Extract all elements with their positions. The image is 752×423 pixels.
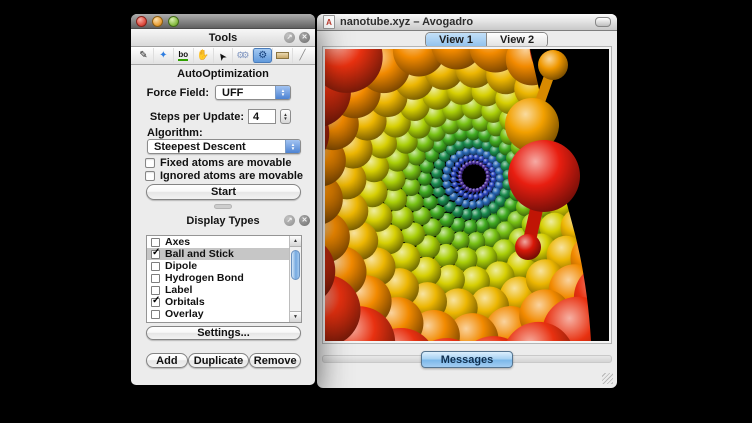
display-type-label: Ball and Stick bbox=[165, 248, 234, 260]
auto-optimize-tool[interactable]: ⚙ bbox=[252, 48, 272, 63]
display-types-header: Display Types ↗ ✕ bbox=[131, 213, 315, 229]
display-type-checkbox[interactable] bbox=[151, 274, 160, 283]
ignored-atoms-row: Ignored atoms are movable bbox=[131, 169, 315, 182]
tab-view-1[interactable]: View 1 bbox=[426, 33, 486, 47]
close-panel-icon[interactable]: ✕ bbox=[299, 32, 310, 43]
steps-per-update-input[interactable]: 4 bbox=[248, 109, 276, 124]
display-type-row[interactable]: Axes bbox=[147, 236, 290, 248]
auto-rotate-tool[interactable]: ⚙⚙ bbox=[232, 48, 252, 63]
popup-arrows-icon: ▲▼ bbox=[285, 140, 300, 153]
z-matrix-tool-icon: ╱ bbox=[300, 51, 306, 61]
display-type-label: Overlay bbox=[165, 308, 204, 320]
close-panel-icon[interactable]: ✕ bbox=[299, 215, 310, 226]
display-type-label: Orbitals bbox=[165, 296, 205, 308]
steps-per-update-label: Steps per Update: bbox=[150, 111, 244, 123]
measure-tool-icon bbox=[276, 52, 289, 59]
autoopt-section: AutoOptimization Force Field: UFF ▲▼ Ste… bbox=[131, 68, 315, 200]
tools-toolbar: ✎✦bo✋➤⚙⚙⚙╱ bbox=[131, 47, 315, 65]
force-field-select[interactable]: UFF ▲▼ bbox=[215, 85, 291, 100]
remove-button[interactable]: Remove bbox=[249, 353, 301, 368]
measure-tool[interactable] bbox=[272, 48, 292, 63]
steps-stepper[interactable]: ▲▼ bbox=[280, 109, 291, 124]
settings-button[interactable]: Settings... bbox=[146, 326, 301, 340]
view-tabbar: View 1View 2 bbox=[317, 31, 617, 47]
display-type-checkbox[interactable] bbox=[151, 286, 160, 295]
draw-tool[interactable]: ✎ bbox=[134, 48, 153, 63]
start-button[interactable]: Start bbox=[146, 184, 301, 200]
display-type-checkbox[interactable] bbox=[151, 238, 160, 247]
tab-view-2[interactable]: View 2 bbox=[486, 33, 547, 47]
display-type-label: Dipole bbox=[165, 260, 197, 272]
display-type-label: Hydrogen Bond bbox=[165, 272, 244, 284]
window-title: nanotube.xyz – Avogadro bbox=[340, 16, 473, 28]
tools-panel-title: Tools bbox=[209, 32, 238, 44]
close-button[interactable] bbox=[136, 16, 147, 27]
messages-button[interactable]: Messages bbox=[421, 351, 513, 368]
display-type-checkbox[interactable]: ✓ bbox=[151, 298, 160, 307]
bond-centric-tool[interactable]: bo bbox=[173, 48, 193, 63]
display-type-row[interactable]: ✓ Ball and Stick bbox=[147, 248, 290, 260]
autoopt-title: AutoOptimization bbox=[131, 68, 315, 81]
display-type-checkbox[interactable] bbox=[151, 262, 160, 271]
ignored-atoms-label: Ignored atoms are movable bbox=[160, 170, 303, 182]
resize-grip-icon[interactable] bbox=[602, 373, 613, 384]
display-type-row[interactable]: Label bbox=[147, 284, 290, 296]
z-matrix-tool[interactable]: ╱ bbox=[292, 48, 312, 63]
display-type-checkbox[interactable]: ✓ bbox=[151, 250, 160, 259]
display-type-row[interactable]: ✓ Orbitals bbox=[147, 296, 290, 308]
display-types-title: Display Types bbox=[186, 215, 259, 227]
draw-tool-icon: ✎ bbox=[139, 51, 147, 61]
ignored-atoms-checkbox[interactable] bbox=[145, 171, 155, 181]
navigate-tool[interactable]: ✦ bbox=[153, 48, 173, 63]
scrollbar[interactable]: ▲ ▼ bbox=[289, 236, 301, 322]
scroll-down-icon[interactable]: ▼ bbox=[290, 311, 301, 322]
scroll-up-icon[interactable]: ▲ bbox=[290, 236, 301, 247]
tools-titlebar[interactable] bbox=[131, 14, 315, 29]
gl-viewport[interactable] bbox=[323, 47, 611, 343]
algorithm-value: Steepest Descent bbox=[154, 141, 246, 153]
fixed-atoms-checkbox[interactable] bbox=[145, 158, 155, 168]
display-type-label: Axes bbox=[165, 236, 190, 248]
tools-panel-header: Tools ↗ ✕ bbox=[131, 29, 315, 47]
display-types-actions: Add Duplicate Remove bbox=[146, 353, 301, 368]
panel-splitter[interactable] bbox=[131, 200, 315, 213]
zoom-button[interactable] bbox=[168, 16, 179, 27]
display-types-list: Axes ✓ Ball and StickDipoleHydrogen BondLa… bbox=[146, 235, 302, 323]
display-type-label: Label bbox=[165, 284, 192, 296]
auto-rotate-tool-icon: ⚙⚙ bbox=[236, 51, 249, 60]
main-window: A nanotube.xyz – Avogadro View 1View 2 M… bbox=[317, 14, 617, 388]
popup-arrows-icon: ▲▼ bbox=[275, 86, 290, 99]
display-type-checkbox[interactable] bbox=[151, 310, 160, 319]
navigate-tool-icon: ✦ bbox=[159, 51, 167, 61]
manipulate-tool-icon: ✋ bbox=[197, 51, 209, 61]
duplicate-button[interactable]: Duplicate bbox=[188, 353, 250, 368]
document-proxy-icon: A bbox=[323, 15, 335, 29]
algorithm-select[interactable]: Steepest Descent ▲▼ bbox=[147, 139, 301, 154]
scrollbar-thumb[interactable] bbox=[291, 250, 300, 280]
manipulate-tool[interactable]: ✋ bbox=[193, 48, 213, 63]
float-panel-icon[interactable]: ↗ bbox=[284, 32, 295, 43]
tools-window: Tools ↗ ✕ ✎✦bo✋➤⚙⚙⚙╱ AutoOptimization Fo… bbox=[131, 14, 315, 385]
display-type-row[interactable]: Hydrogen Bond bbox=[147, 272, 290, 284]
fixed-atoms-label: Fixed atoms are movable bbox=[160, 157, 291, 169]
float-panel-icon[interactable]: ↗ bbox=[284, 215, 295, 226]
add-button[interactable]: Add bbox=[146, 353, 188, 368]
main-titlebar[interactable]: A nanotube.xyz – Avogadro bbox=[317, 14, 617, 31]
force-field-label: Force Field: bbox=[147, 87, 209, 99]
bond-centric-tool-icon: bo bbox=[178, 51, 188, 61]
selection-tool[interactable]: ➤ bbox=[213, 48, 233, 63]
algorithm-label: Algorithm: bbox=[131, 127, 315, 139]
auto-optimize-tool-icon: ⚙ bbox=[258, 51, 267, 61]
fixed-atoms-row: Fixed atoms are movable bbox=[131, 156, 315, 169]
display-type-row[interactable]: Dipole bbox=[147, 260, 290, 272]
molecule-render bbox=[325, 49, 609, 341]
minimize-button[interactable] bbox=[152, 16, 163, 27]
view-tabs: View 1View 2 bbox=[425, 32, 548, 48]
force-field-value: UFF bbox=[222, 87, 243, 99]
selection-tool-icon: ➤ bbox=[217, 49, 230, 62]
toolbar-toggle-button[interactable] bbox=[595, 17, 611, 27]
display-type-row[interactable]: Overlay bbox=[147, 308, 290, 320]
